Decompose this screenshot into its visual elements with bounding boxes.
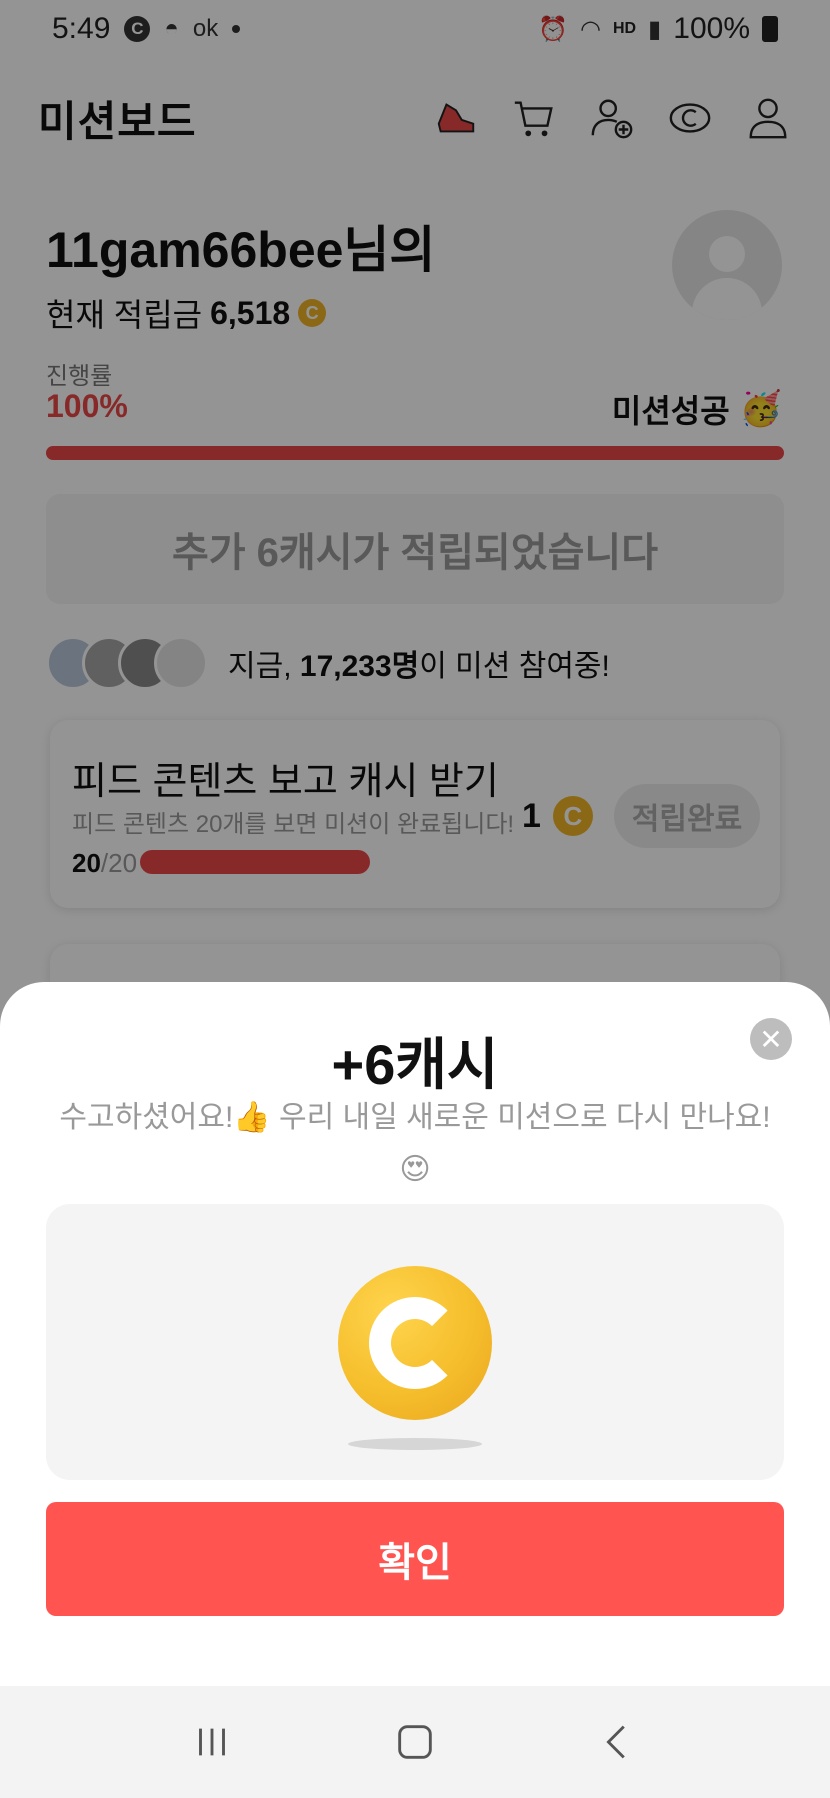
back-icon[interactable] — [588, 1712, 648, 1772]
sheet-message-text: 수고하셨어요!👍 우리 내일 새로운 미션으로 다시 만나요! — [59, 1101, 771, 1134]
home-icon[interactable] — [385, 1712, 445, 1772]
system-nav-bar — [0, 1686, 830, 1798]
coin-illustration — [46, 1204, 784, 1480]
sheet-message: 수고하셨어요!👍 우리 내일 새로운 미션으로 다시 만나요! 😍 — [40, 1092, 790, 1196]
coin-icon — [338, 1266, 492, 1420]
close-button[interactable]: ✕ — [750, 1018, 792, 1060]
confirm-button[interactable]: 확인 — [46, 1502, 784, 1616]
coin-shadow — [348, 1438, 482, 1450]
heart-eyes-icon: 😍 — [399, 1153, 431, 1186]
reward-sheet: +6캐시 ✕ 수고하셨어요!👍 우리 내일 새로운 미션으로 다시 만나요! 😍… — [0, 982, 830, 1686]
sheet-title: +6캐시 — [331, 1033, 499, 1096]
recent-apps-icon[interactable] — [182, 1712, 242, 1772]
